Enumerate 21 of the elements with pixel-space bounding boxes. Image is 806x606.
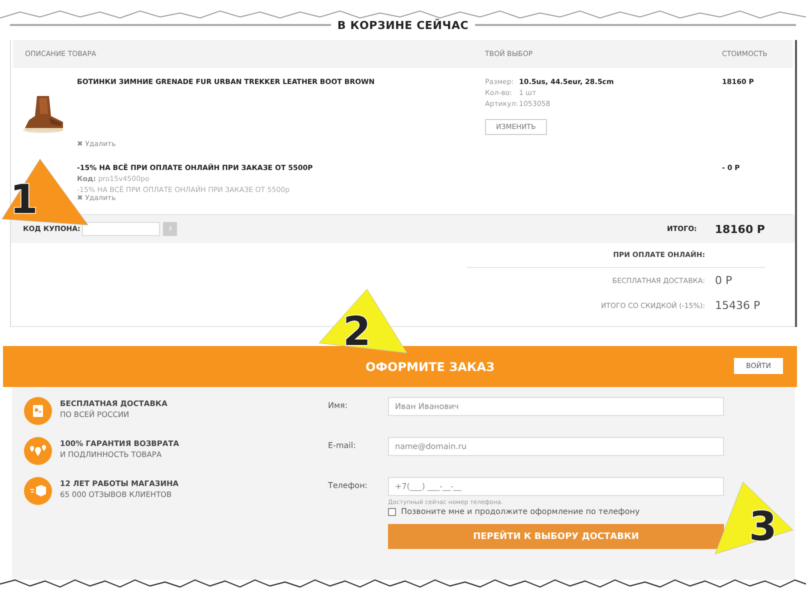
callout-number: 1 (10, 177, 38, 223)
parcel-icon (24, 397, 52, 425)
field-label: E-mail: (328, 440, 357, 452)
box-icon (24, 477, 52, 505)
field-label: Телефон: (328, 480, 369, 492)
callout-number: 2 (343, 309, 371, 355)
summary-value: 15436 Р (715, 299, 762, 312)
cart-title: В КОРЗИНЕ СЕЙЧАС (337, 18, 469, 32)
input-field[interactable]: Иван Иванович (388, 397, 724, 416)
input-field[interactable]: name@domain.ru (388, 437, 724, 456)
summary-value: 0 Р (715, 274, 734, 287)
callout-number: 3 (749, 504, 777, 550)
location-pins-icon (24, 437, 52, 465)
input-field[interactable]: +7(___) ___-__-__ (388, 477, 724, 496)
total-value: 18160 Р (714, 222, 765, 236)
checkout-title: ОФОРМИТЕ ЗАКАЗ (365, 360, 495, 374)
submit-button[interactable]: ПЕРЕЙТИ К ВЫБОРУ ДОСТАВКИ (388, 524, 724, 549)
coupon-input[interactable] (82, 222, 160, 236)
field-label: Имя: (328, 400, 349, 412)
checkbox-label[interactable]: Позвоните мне и продолжите оформление по телефону (401, 507, 640, 516)
checkbox[interactable] (388, 508, 396, 516)
